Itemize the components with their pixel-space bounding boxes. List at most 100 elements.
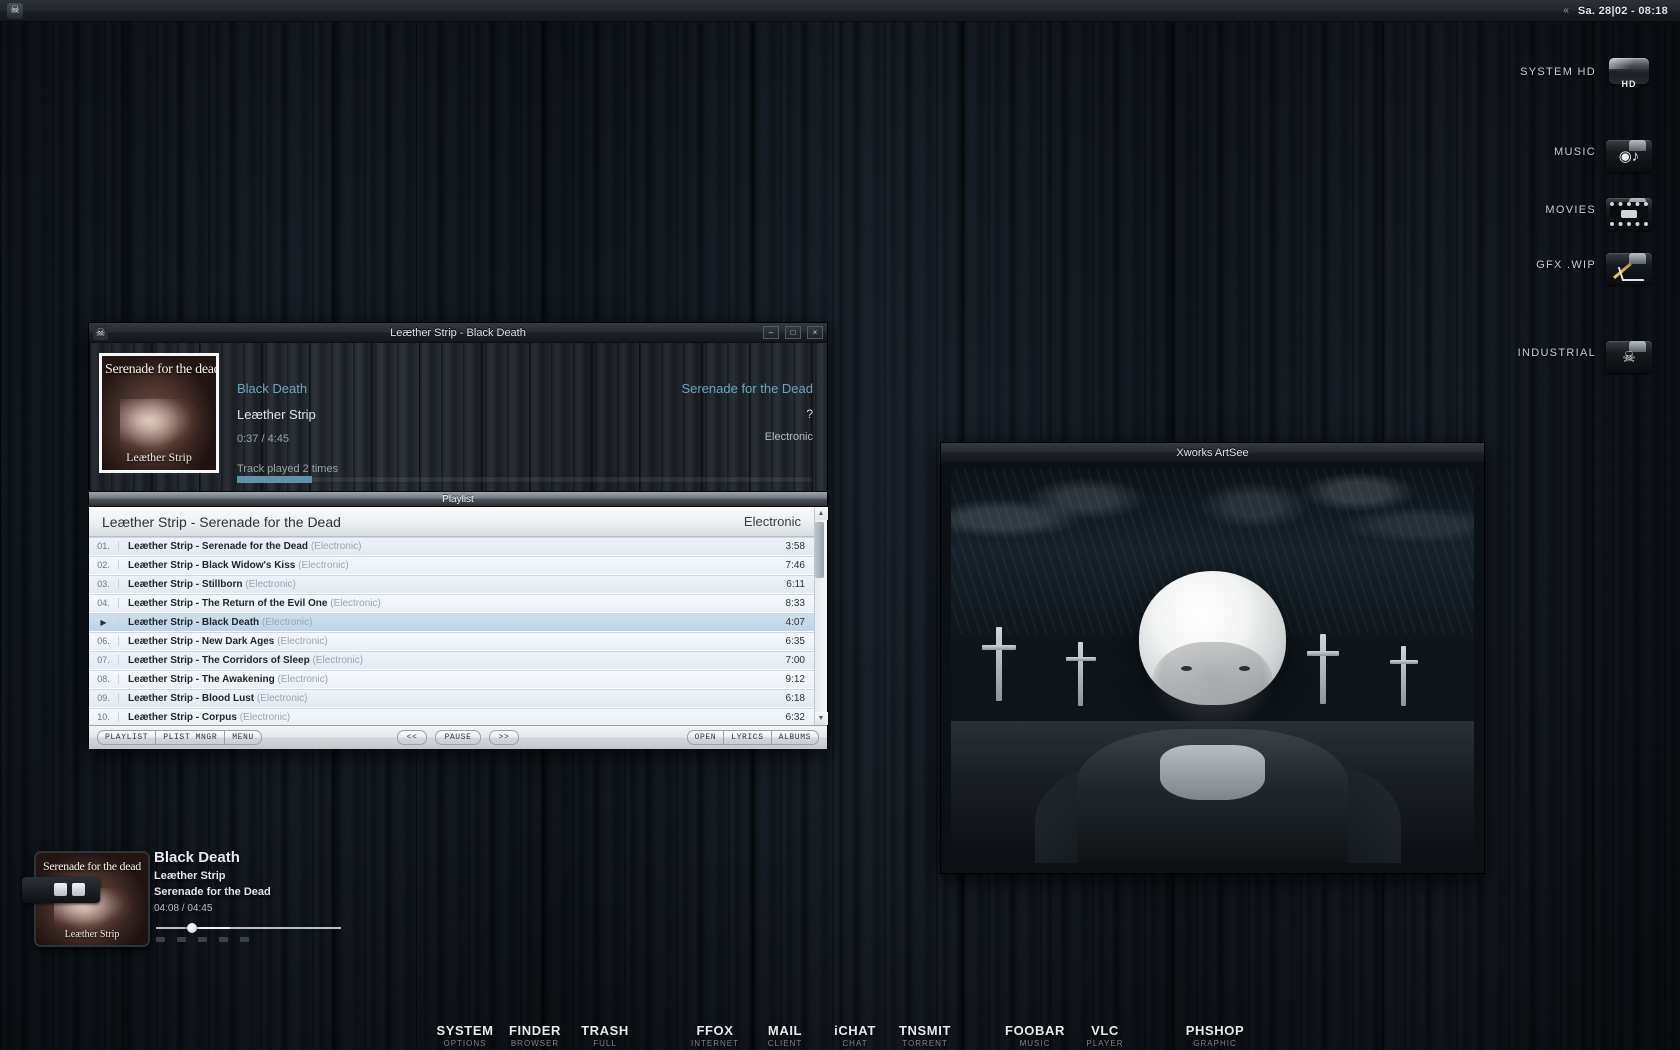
dock-item-system[interactable]: SYSTEM OPTIONS: [433, 1023, 497, 1048]
row-genre: (Electronic): [277, 673, 329, 685]
scrollbar-track[interactable]: [814, 520, 828, 712]
widget-prev-icon[interactable]: [156, 937, 165, 942]
dock-item-ffox[interactable]: FFOX INTERNET: [683, 1023, 747, 1048]
row-number: 10.: [89, 712, 119, 722]
collapse-arrows-icon[interactable]: «: [1563, 5, 1568, 16]
row-number: 06.: [89, 636, 119, 646]
row-track-title: Leæther Strip - Serenade for the Dead (E…: [128, 540, 362, 552]
next-button[interactable]: >>: [489, 730, 519, 745]
dock-item-trash[interactable]: TRASH FULL: [573, 1022, 637, 1048]
top-menu-bar: ☠ « Sa. 28|02 - 08:18: [0, 0, 1680, 22]
previous-button[interactable]: <<: [397, 730, 427, 745]
row-track-title: Leæther Strip - Stillborn (Electronic): [128, 578, 296, 590]
scroll-down-icon[interactable]: ▼: [814, 712, 828, 725]
dock-item-foobar[interactable]: FOOBAR MUSIC: [1003, 1022, 1067, 1048]
table-row[interactable]: 01. Leæther Strip - Serenade for the Dead…: [89, 537, 814, 556]
menu-button[interactable]: MENU: [224, 730, 262, 745]
playlist-manager-button[interactable]: PLIST MNGR: [155, 730, 225, 745]
header-track-title[interactable]: Black Death: [237, 381, 316, 396]
row-number: 04.: [89, 598, 119, 608]
playing-indicator-icon: ▶: [89, 617, 119, 627]
row-track-title: Leæther Strip - The Corridors of Sleep (…: [128, 654, 364, 666]
dock-item-label: TRASH: [581, 1022, 629, 1038]
widget-album: Serenade for the Dead: [154, 886, 271, 898]
playlist-button[interactable]: PLAYLIST: [97, 730, 156, 745]
minimize-button[interactable]: –: [763, 326, 779, 339]
skull-icon[interactable]: ☠: [7, 2, 23, 19]
table-row[interactable]: 10. Leæther Strip - Corpus (Electronic) 6:…: [89, 708, 814, 725]
desktop-icon-music[interactable]: ◉♪ MUSIC: [1554, 132, 1652, 172]
foobar-player-window: ☠ Leæther Strip - Black Death – □ × Sere…: [88, 322, 828, 749]
toolbar-right-group: OPEN LYRICS ALBUMS: [686, 730, 819, 745]
scroll-up-icon[interactable]: ▲: [814, 507, 828, 520]
dock-item-label: FOOBAR: [1005, 1022, 1065, 1038]
skull-folder-icon: ☠: [1606, 333, 1652, 373]
desktop-icon-movies[interactable]: MOVIES: [1545, 190, 1652, 230]
dock-item-finder[interactable]: FINDER BROWSER: [503, 1023, 567, 1048]
skull-icon: ☠: [93, 325, 108, 340]
seek-bar[interactable]: [237, 476, 813, 483]
desktop-icon-label: MOVIES: [1545, 204, 1596, 216]
desktop-icon-label: MUSIC: [1554, 146, 1596, 158]
table-row[interactable]: 08. Leæther Strip - The Awakening (Electr…: [89, 670, 814, 689]
dock-item-sublabel: PLAYER: [1086, 1039, 1124, 1048]
row-duration: 9:12: [785, 673, 805, 685]
row-duration: 3:58: [785, 540, 805, 552]
table-row[interactable]: 07. Leæther Strip - The Corridors of Slee…: [89, 651, 814, 670]
albums-button[interactable]: ALBUMS: [770, 730, 819, 745]
table-row[interactable]: 03. Leæther Strip - Stillborn (Electronic…: [89, 575, 814, 594]
desktop-icon-system-hd[interactable]: HD SYSTEM HD: [1520, 52, 1652, 92]
dock-item-tnsmit[interactable]: TNSMIT TORRENT: [893, 1023, 957, 1048]
player-title-bar[interactable]: ☠ Leæther Strip - Black Death – □ ×: [89, 323, 827, 343]
dock-item-phshop[interactable]: PHSHOP GRAPHIC: [1183, 1022, 1247, 1048]
dock-item-mail[interactable]: MAIL CLIENT: [753, 1023, 817, 1048]
table-row[interactable]: 02. Leæther Strip - Black Widow's Kiss (E…: [89, 556, 814, 575]
player-header-panel: Serenade for the dead Leæther Strip Blac…: [89, 343, 827, 491]
dock-item-sublabel: OPTIONS: [443, 1039, 487, 1048]
row-duration: 7:00: [785, 654, 805, 666]
widget-play-icon[interactable]: [177, 937, 186, 942]
table-row[interactable]: 04. Leæther Strip - The Return of the Evi…: [89, 594, 814, 613]
dock-item-ichat[interactable]: iCHAT CHAT: [823, 1023, 887, 1048]
lyrics-button[interactable]: LYRICS: [723, 730, 771, 745]
widget-stop-icon[interactable]: [219, 937, 228, 942]
playlist-group-title: Leæther Strip - Serenade for the Dead: [102, 513, 341, 530]
playlist-tab-bar[interactable]: Playlist: [89, 491, 827, 507]
dock-group-internet: FFOX INTERNET MAIL CLIENT iCHAT CHAT TNSMIT TOR…: [683, 1023, 957, 1048]
menubar-clock[interactable]: Sa. 28|02 - 08:18: [1578, 5, 1668, 17]
row-number: 01.: [89, 541, 119, 551]
row-genre: (Electronic): [277, 635, 328, 647]
scrollbar-thumb[interactable]: [814, 522, 824, 578]
open-button[interactable]: OPEN: [686, 730, 724, 745]
pause-button[interactable]: PAUSE: [435, 730, 481, 745]
artsee-title-bar[interactable]: Xworks ArtSee: [941, 443, 1484, 463]
row-duration: 4:07: [785, 616, 805, 628]
table-row[interactable]: 06. Leæther Strip - New Dark Ages (Electr…: [89, 632, 814, 651]
artsee-artwork[interactable]: [951, 469, 1474, 863]
widget-progress-slider[interactable]: [156, 923, 341, 933]
widget-transport-controls[interactable]: [156, 937, 249, 942]
widget-pause-icon[interactable]: [198, 937, 207, 942]
dock-item-vlc[interactable]: VLC PLAYER: [1073, 1023, 1137, 1048]
header-album-name[interactable]: Serenade for the Dead: [681, 381, 813, 396]
close-button[interactable]: ×: [807, 326, 823, 339]
toolbar-left-group: PLAYLIST PLIST MNGR MENU: [97, 730, 262, 745]
widget-slider-knob[interactable]: [187, 923, 198, 933]
header-rating[interactable]: ?: [681, 407, 813, 421]
widget-cover-title-bottom: Leæther Strip: [64, 929, 120, 940]
row-duration: 6:35: [785, 635, 805, 647]
row-track-title: Leæther Strip - New Dark Ages (Electroni…: [128, 635, 328, 647]
table-row[interactable]: 09. Leæther Strip - Blood Lust (Electroni…: [89, 689, 814, 708]
dock-item-label: PHSHOP: [1185, 1022, 1245, 1038]
widget-next-icon[interactable]: [240, 937, 249, 942]
desktop-icon-industrial[interactable]: ☠ INDUSTRIAL: [1518, 333, 1652, 373]
table-row[interactable]: ▶ Leæther Strip - Black Death (Electronic…: [89, 613, 814, 632]
album-cover-art[interactable]: Serenade for the dead Leæther Strip: [99, 353, 219, 473]
movies-folder-icon: [1606, 190, 1652, 230]
artsee-window-title: Xworks ArtSee: [1176, 446, 1249, 459]
playlist-tab-label: Playlist: [442, 493, 474, 505]
desktop-icon-gfx-wip[interactable]: GFX .WIP: [1536, 245, 1652, 285]
playlist-scrollbar[interactable]: ▲ ▼: [814, 507, 828, 725]
dock-item-sublabel: INTERNET: [691, 1039, 739, 1048]
maximize-button[interactable]: □: [785, 326, 801, 339]
